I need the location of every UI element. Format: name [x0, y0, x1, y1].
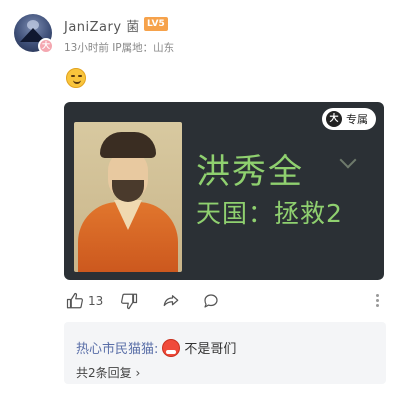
username-suffix: 菌	[126, 20, 140, 35]
chevron-right-icon: ›	[135, 366, 141, 380]
post-meta: 13小时前 IP属地：山东	[64, 42, 175, 54]
comment-icon	[204, 294, 218, 308]
thumbs-down-icon	[121, 293, 138, 310]
portrait-image	[74, 122, 182, 272]
reply-username[interactable]: 热心市民猫猫:	[76, 338, 158, 357]
more-replies-label: 共2条回复	[76, 366, 132, 380]
view-more-replies-link[interactable]: 共2条回复 ›	[76, 364, 140, 381]
level-badge: LV5	[144, 17, 168, 31]
chevron-down-icon[interactable]	[339, 151, 357, 169]
dislike-button[interactable]	[120, 290, 138, 312]
action-bar: 13	[64, 290, 384, 312]
angry-emoji-icon	[162, 338, 181, 357]
smirk-emoji-icon	[66, 68, 86, 88]
username-text[interactable]: JaniZary	[64, 20, 122, 35]
exclusive-label: 专属	[346, 113, 368, 126]
share-button[interactable]	[162, 290, 180, 312]
exclusive-badge: 大 专属	[322, 108, 376, 130]
comment-button[interactable]	[202, 290, 220, 312]
reply-item: 热心市民猫猫: 不是哥们	[76, 338, 236, 357]
reply-text: 不是哥们	[184, 342, 237, 357]
exclusive-icon: 大	[326, 111, 342, 127]
game-subtitle: 天国：拯救2	[196, 199, 343, 228]
replies-box[interactable]: 热心市民猫猫: 不是哥们 共2条回复 ›	[64, 322, 386, 384]
like-count: 13	[88, 294, 104, 308]
thumbs-up-icon	[66, 292, 83, 309]
game-title: 洪秀全	[196, 152, 304, 192]
username[interactable]: JaniZary 菌	[64, 16, 140, 35]
avatar-badge: 大	[38, 38, 54, 54]
like-button[interactable]: 13	[66, 290, 103, 312]
post-header: 大 JaniZary 菌 LV5 13小时前 IP属地：山东	[14, 14, 386, 62]
more-icon[interactable]	[376, 294, 380, 308]
game-card[interactable]: 大 专属 洪秀全 天国：拯救2	[64, 102, 384, 280]
share-icon	[163, 295, 179, 307]
